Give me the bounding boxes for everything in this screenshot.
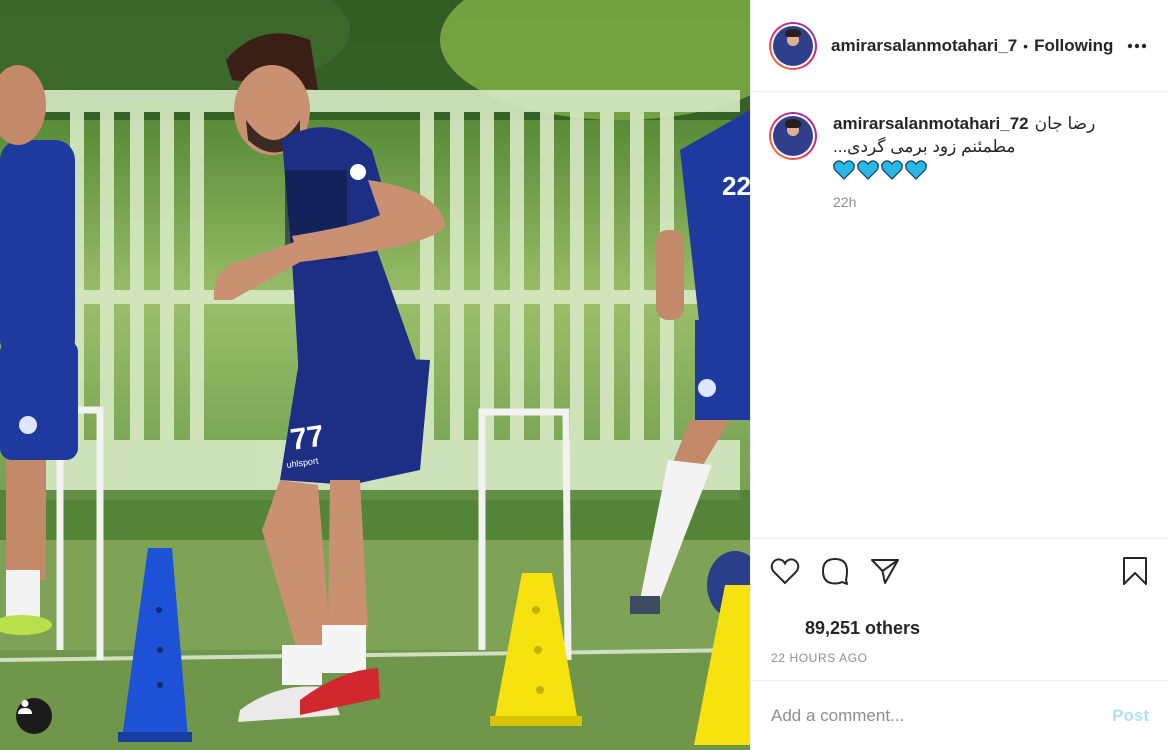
caption-time[interactable]: 22h <box>833 194 1095 210</box>
share-button[interactable] <box>869 555 901 587</box>
caption-emoji <box>833 160 1095 180</box>
caption-text-line2: ...مطمئنم زود برمی گردی <box>833 137 1016 156</box>
like-button[interactable] <box>769 555 801 587</box>
avatar[interactable] <box>769 21 817 70</box>
comment-input[interactable] <box>771 705 1113 726</box>
add-comment-section: Post <box>751 680 1168 750</box>
caption-comment: amirarsalanmotahari_72 رضا جان ...مطمئنم… <box>769 112 1159 210</box>
training-scene: 22 77 uhlsport <box>0 0 750 750</box>
action-bar <box>751 538 1168 600</box>
blue-heart-icon <box>833 160 855 180</box>
blue-heart-icon <box>905 160 927 180</box>
post-header: amirarsalanmotahari_7 • Following <box>751 0 1168 92</box>
blue-heart-icon <box>857 160 879 180</box>
instagram-post: 22 77 uhlsport amirarsalanmotahari_7 • F… <box>0 0 1168 750</box>
caption-avatar[interactable] <box>769 112 817 160</box>
caption-username[interactable]: amirarsalanmotahari_72 <box>833 114 1029 134</box>
post-comment-button[interactable]: Post <box>1112 706 1149 726</box>
caption-text-line1: رضا جان <box>1034 114 1096 133</box>
caption-body: amirarsalanmotahari_72 رضا جان ...مطمئنم… <box>833 112 1095 210</box>
header-separator: • <box>1023 37 1029 54</box>
share-icon <box>871 559 899 584</box>
save-button[interactable] <box>1119 555 1151 587</box>
following-button[interactable]: Following <box>1034 36 1113 56</box>
comment-button[interactable] <box>819 555 851 587</box>
likes-count[interactable]: 89,251 others <box>805 618 920 639</box>
bookmark-icon <box>1123 557 1147 585</box>
more-options-button[interactable] <box>1125 34 1149 58</box>
user-tag-icon <box>18 700 32 714</box>
user-tag-button[interactable] <box>16 698 52 734</box>
header-username[interactable]: amirarsalanmotahari_7 <box>831 36 1017 56</box>
heart-icon <box>770 558 800 585</box>
blue-heart-icon <box>881 160 903 180</box>
post-sidebar: amirarsalanmotahari_7 • Following amirar… <box>750 0 1168 750</box>
post-photo[interactable]: 22 77 uhlsport <box>0 0 750 750</box>
side-player-number: 22 <box>722 171 750 201</box>
post-timestamp[interactable]: 22 HOURS AGO <box>771 651 868 665</box>
shorts-number: 77 <box>288 420 326 457</box>
more-icon <box>1127 43 1147 49</box>
comment-icon <box>822 558 848 585</box>
